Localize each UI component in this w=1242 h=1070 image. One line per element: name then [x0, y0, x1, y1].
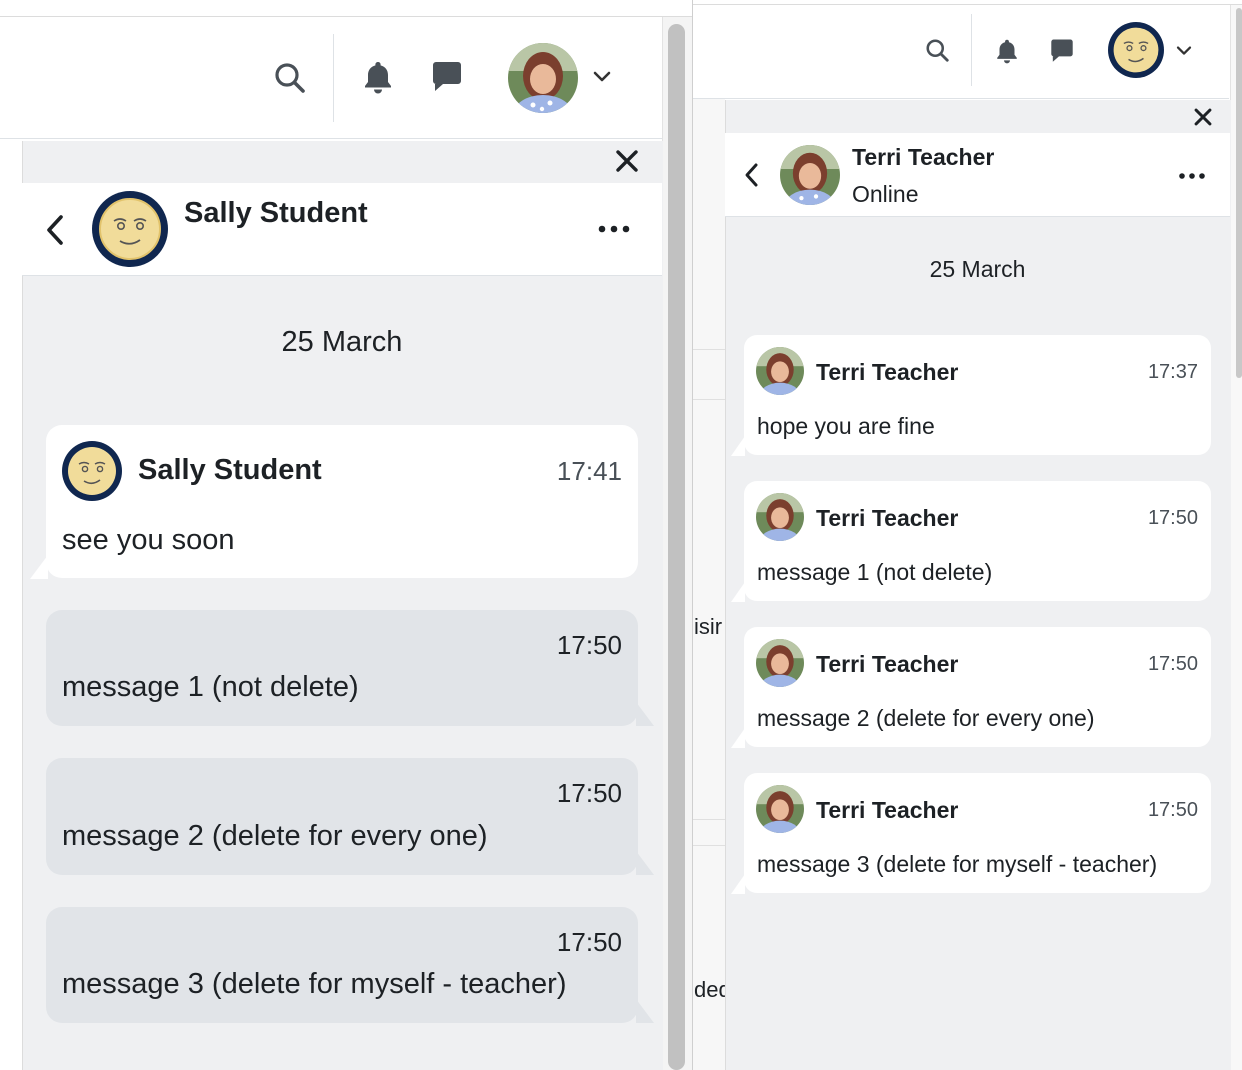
bubble-tail — [731, 436, 745, 461]
bubble-tail — [636, 999, 656, 1028]
bell-icon[interactable] — [995, 38, 1019, 64]
background-page — [693, 99, 725, 1070]
message-bubble-sent[interactable] — [46, 907, 638, 1023]
scrollbar-thumb[interactable] — [1236, 8, 1242, 378]
chevron-left-icon[interactable] — [740, 160, 762, 190]
message-bubble-sent[interactable] — [46, 758, 638, 875]
message-time: 17:50 — [1147, 507, 1198, 529]
contact-status: Online — [852, 181, 919, 207]
bubble-tail — [636, 851, 656, 880]
chevron-down-icon[interactable] — [593, 70, 611, 84]
chat-bubble-icon[interactable] — [430, 60, 464, 94]
message-text: message 3 (delete for myself - teacher) — [757, 851, 1158, 877]
background-divider — [693, 349, 725, 350]
message-author: Sally Student — [138, 454, 322, 486]
author-avatar — [756, 347, 804, 395]
close-icon[interactable] — [1190, 104, 1216, 130]
message-author: Terri Teacher — [816, 505, 959, 531]
search-icon[interactable] — [272, 60, 308, 96]
message-time: 17:50 — [1147, 653, 1198, 675]
background-divider — [693, 819, 725, 820]
author-avatar — [62, 441, 122, 501]
message-time: 17:50 — [1147, 799, 1198, 821]
bubble-tail — [30, 555, 50, 584]
message-time: 17:50 — [556, 778, 622, 808]
bell-icon[interactable] — [362, 60, 394, 94]
message-text: message 3 (delete for myself - teacher) — [62, 968, 567, 1000]
left-top-strip — [0, 0, 692, 17]
bubble-tail — [636, 702, 656, 731]
background-divider — [693, 399, 725, 400]
message-time: 17:41 — [556, 456, 622, 486]
message-text: message 2 (delete for every one) — [757, 705, 1095, 731]
ellipsis-icon[interactable] — [1176, 164, 1208, 188]
navbar-divider — [971, 14, 972, 86]
bubble-tail — [731, 874, 745, 899]
message-time: 17:37 — [1147, 361, 1198, 383]
author-avatar — [756, 785, 804, 833]
background-text-fragment: isir — [694, 614, 723, 639]
chevron-down-icon[interactable] — [1176, 45, 1192, 57]
message-text: message 1 (not delete) — [62, 671, 359, 703]
chat-bubble-icon[interactable] — [1049, 38, 1075, 64]
user-avatar[interactable] — [508, 43, 578, 113]
date-separator: 25 March — [281, 326, 403, 358]
contact-name[interactable]: Sally Student — [184, 197, 368, 230]
search-icon[interactable] — [924, 37, 951, 64]
author-avatar — [756, 493, 804, 541]
close-icon[interactable] — [612, 146, 642, 176]
chevron-left-icon[interactable] — [40, 210, 70, 250]
message-author: Terri Teacher — [816, 797, 959, 823]
date-separator: 25 March — [929, 256, 1026, 282]
author-avatar — [756, 639, 804, 687]
message-time: 17:50 — [556, 927, 622, 957]
message-bubble-sent[interactable] — [46, 610, 638, 726]
message-author: Terri Teacher — [816, 651, 959, 677]
background-divider — [693, 845, 725, 846]
ellipsis-icon[interactable] — [596, 214, 632, 244]
message-author: Terri Teacher — [816, 359, 959, 385]
scrollbar-thumb[interactable] — [668, 24, 685, 1070]
contact-avatar[interactable] — [780, 145, 840, 205]
message-text: hope you are fine — [757, 413, 935, 439]
message-text: see you soon — [62, 524, 235, 556]
bubble-tail — [731, 728, 745, 753]
user-avatar[interactable] — [1108, 22, 1164, 78]
navbar-divider — [333, 34, 334, 122]
contact-name[interactable]: Terri Teacher — [852, 144, 994, 171]
message-time: 17:50 — [556, 630, 622, 660]
contact-avatar[interactable] — [92, 191, 168, 267]
bubble-tail — [731, 582, 745, 607]
message-text: message 1 (not delete) — [757, 559, 993, 585]
message-text: message 2 (delete for every one) — [62, 820, 488, 852]
